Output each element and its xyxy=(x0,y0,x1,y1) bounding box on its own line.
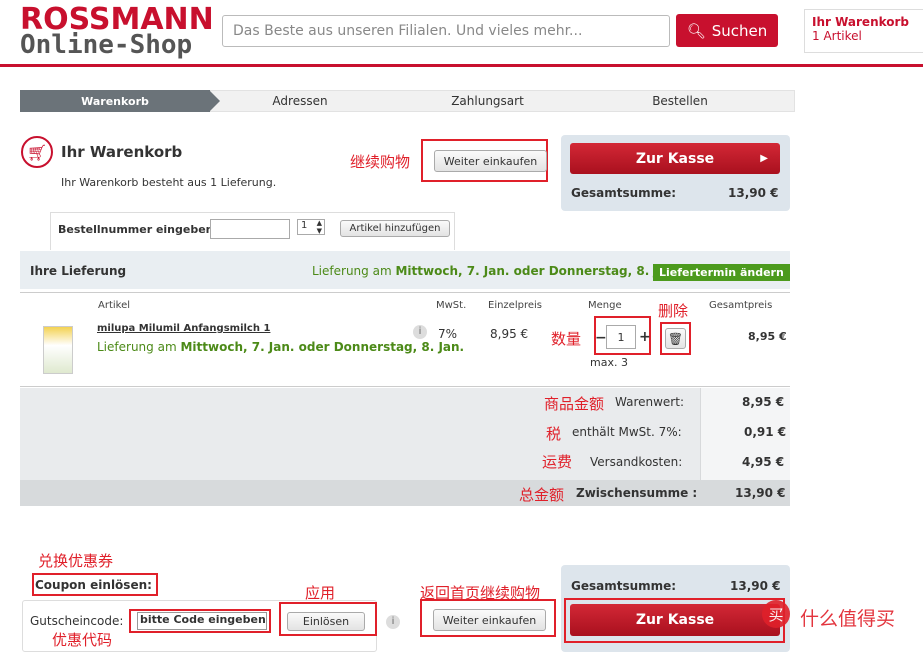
annotation-coupon-code: 优惠代码 xyxy=(52,631,113,649)
summary-value-warenwert: 8,95 € xyxy=(742,395,785,409)
bottom-checkout-button[interactable]: Zur Kasse xyxy=(570,604,780,636)
continue-shopping-bottom-button[interactable]: Weiter einkaufen xyxy=(433,609,546,631)
total-label: Gesamtsumme: xyxy=(571,186,677,200)
watermark-logo-icon: 买 xyxy=(762,600,790,628)
annotation-total: 总金额 xyxy=(519,486,565,504)
checkout-button-label: Zur Kasse xyxy=(635,150,715,167)
logo-online-shop[interactable]: Online-Shop xyxy=(20,30,192,60)
step-adressen: Adressen xyxy=(272,94,328,108)
product-image[interactable] xyxy=(43,326,73,374)
search-input[interactable] xyxy=(223,16,669,46)
redeem-button[interactable]: Einlösen xyxy=(287,612,365,631)
bottom-total-label: Gesamtsumme: xyxy=(571,579,677,593)
spinner-icon: ▲ ▼ xyxy=(316,219,322,235)
checkout-button[interactable]: Zur Kasse ▶ xyxy=(570,143,780,174)
delivery-date: Lieferung am Mittwoch, 7. Jan. oder Donn… xyxy=(312,264,679,278)
col-menge: Menge xyxy=(588,300,622,311)
annotation-quantity: 数量 xyxy=(551,330,582,348)
search-button[interactable]: 🔍︎ Suchen xyxy=(676,14,778,47)
order-qty-select[interactable]: 1 ▲ ▼ xyxy=(297,219,325,235)
annotation-goods: 商品金额 xyxy=(544,395,605,413)
product-delivery-date: Mittwoch, 7. Jan. oder Donnerstag, 8. Ja… xyxy=(180,340,465,354)
page-title: Ihr Warenkorb xyxy=(61,143,183,161)
summary-value-mwst: 0,91 € xyxy=(744,425,787,439)
summary-value-versand: 4,95 € xyxy=(742,455,785,469)
coupon-code-label: Gutscheincode: xyxy=(30,614,124,628)
item-total: 8,95 € xyxy=(748,330,787,343)
bottom-total-value: 13,90 € xyxy=(730,579,781,593)
search-box[interactable] xyxy=(222,15,670,47)
product-delivery-prefix: Lieferung am xyxy=(97,340,177,354)
header-cart-count: 1 Artikel xyxy=(812,29,862,43)
delivery-label: Ihre Lieferung xyxy=(30,264,127,278)
col-mwst: MwSt. xyxy=(436,300,467,311)
continue-shopping-button[interactable]: Weiter einkaufen xyxy=(434,150,547,172)
delete-icon[interactable]: 🗑︎ xyxy=(665,328,686,349)
subtotal-label: Zwischensumme : xyxy=(576,486,698,500)
row-divider xyxy=(20,386,790,387)
step-zahlungsart: Zahlungsart xyxy=(451,94,524,108)
qty-max: max. 3 xyxy=(590,356,628,369)
coupon-title: Coupon einlösen: xyxy=(35,578,152,592)
product-link[interactable]: milupa Milumil Anfangsmilch 1 xyxy=(97,323,270,334)
annotation-shipping: 运费 xyxy=(542,453,573,471)
header-cart[interactable]: Ihr Warenkorb 1 Artikel xyxy=(804,9,923,53)
item-price: 8,95 € xyxy=(490,327,529,341)
quantity-input[interactable]: 1 xyxy=(606,325,636,349)
order-number-input[interactable] xyxy=(210,219,290,239)
watermark-text: 什么值得买 xyxy=(800,608,896,630)
search-button-label: Suchen xyxy=(711,21,768,40)
annotation-coupon-redeem: 兑换优惠券 xyxy=(38,552,114,570)
plus-icon[interactable]: + xyxy=(639,329,651,345)
step-warenkorb: Warenkorb xyxy=(20,90,210,112)
header-divider xyxy=(0,64,923,67)
add-article-button[interactable]: Artikel hinzufügen xyxy=(340,220,450,237)
row-divider xyxy=(20,292,790,293)
info-icon[interactable]: i xyxy=(413,325,427,339)
col-gesamtpreis: Gesamtpreis xyxy=(709,300,773,311)
cart-subtitle: Ihr Warenkorb besteht aus 1 Lieferung. xyxy=(61,176,277,189)
order-number-label: Bestellnummer eingeben: xyxy=(58,223,218,236)
col-artikel: Artikel xyxy=(98,300,131,311)
info-icon[interactable]: i xyxy=(386,615,400,629)
search-icon: 🔍︎ xyxy=(686,21,706,40)
header-cart-title: Ihr Warenkorb xyxy=(812,15,910,29)
play-arrow-icon: ▶ xyxy=(760,153,768,164)
coupon-code-input[interactable]: bitte Code eingeben xyxy=(137,612,267,630)
total-value: 13,90 € xyxy=(728,186,779,200)
summary-label-mwst: enthält MwSt. 7%: xyxy=(572,425,682,439)
item-mwst: 7% xyxy=(438,327,458,341)
cart-icon: 🛒︎ xyxy=(21,136,53,168)
summary-label-versand: Versandkosten: xyxy=(590,455,683,469)
delivery-date-prefix: Lieferung am xyxy=(312,264,392,278)
product-delivery: Lieferung am Mittwoch, 7. Jan. oder Donn… xyxy=(97,340,464,354)
subtotal-value: 13,90 € xyxy=(735,486,786,500)
minus-icon[interactable]: − xyxy=(595,330,607,346)
order-qty-value: 1 xyxy=(301,220,308,231)
delivery-date-text: Mittwoch, 7. Jan. oder Donnerstag, 8. Ja… xyxy=(395,264,680,278)
annotation-delete: 删除 xyxy=(658,302,689,320)
step-bestellen: Bestellen xyxy=(652,94,708,108)
change-delivery-button[interactable]: Liefertermin ändern xyxy=(653,264,790,281)
summary-label-warenwert: Warenwert: xyxy=(615,395,684,409)
annotation-continue: 继续购物 xyxy=(350,153,411,171)
annotation-tax: 税 xyxy=(546,425,562,443)
col-einzelpreis: Einzelpreis xyxy=(488,300,542,311)
